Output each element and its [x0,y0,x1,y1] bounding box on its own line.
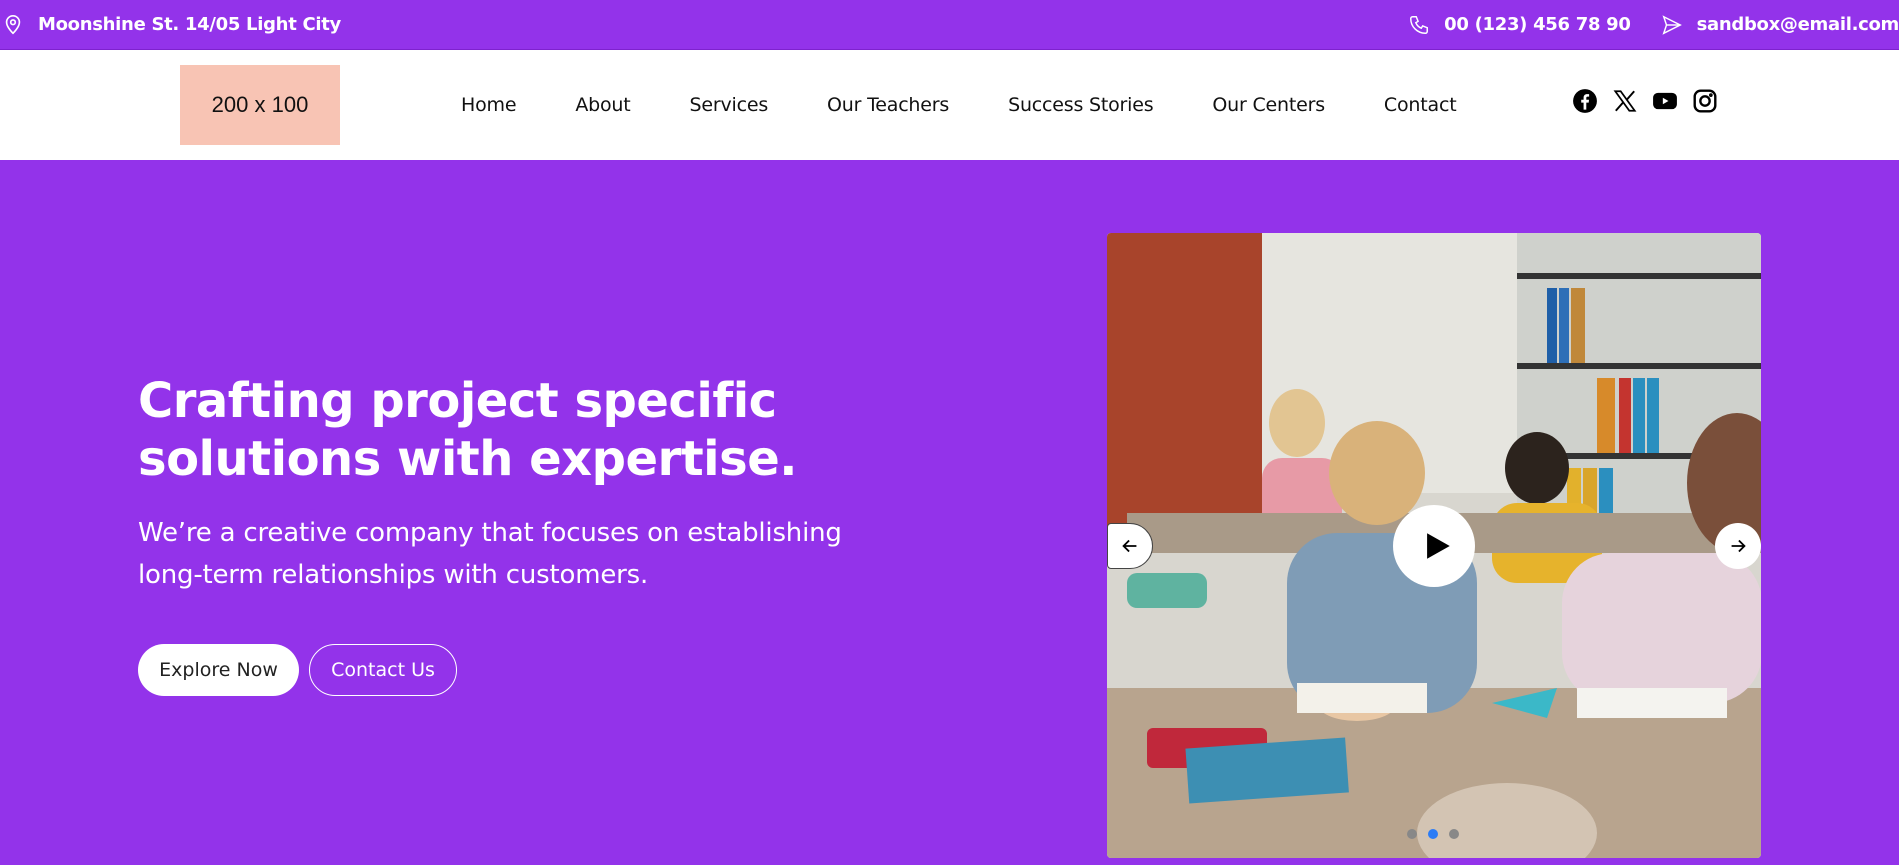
play-icon [1427,533,1450,559]
hero-slider [1107,233,1761,858]
email[interactable]: sandbox@email.com [1661,14,1899,36]
play-video-button[interactable] [1393,505,1475,587]
email-text[interactable]: sandbox@email.com [1697,14,1899,35]
phone-text[interactable]: 00 (123) 456 78 90 [1444,14,1631,35]
slider-dot[interactable] [1449,829,1459,839]
social-links [1572,88,1732,114]
location-pin-icon [5,14,21,34]
arrow-left-icon [1122,539,1137,553]
nav-contact[interactable]: Contact [1384,94,1457,116]
nav-success-stories[interactable]: Success Stories [1008,94,1154,116]
site-header: 200 x 100 Home About Services Our Teache… [0,50,1899,160]
contact-us-button[interactable]: Contact Us [309,644,457,696]
send-icon [1662,14,1682,35]
address: Moonshine St. 14/05 Light City [2,14,341,36]
logo-text: 200 x 100 [211,92,309,117]
nav-about[interactable]: About [575,94,630,116]
hero-subtitle: We’re a creative company that focuses on… [138,518,842,590]
nav-services[interactable]: Services [690,94,769,116]
nav-our-teachers[interactable]: Our Teachers [827,94,949,116]
phone-icon [1410,15,1429,34]
nav-home[interactable]: Home [461,94,517,116]
slider-prev-button[interactable] [1107,523,1153,569]
slider-next-button[interactable] [1715,523,1761,569]
slider-dot[interactable] [1428,829,1438,839]
slider-dot[interactable] [1407,829,1417,839]
logo-placeholder[interactable]: 200 x 100 [180,65,340,145]
facebook-icon[interactable] [1572,88,1598,114]
hero-title: Crafting project specific solutions with… [138,373,797,487]
slider-pagination [1407,829,1470,839]
youtube-icon[interactable] [1652,88,1678,114]
top-bar: Moonshine St. 14/05 Light City 00 (123) … [0,0,1899,50]
main-nav: Home About Services Our Teachers Success… [461,50,1457,160]
phone[interactable]: 00 (123) 456 78 90 [1408,14,1631,36]
arrow-right-icon [1731,539,1746,553]
address-text: Moonshine St. 14/05 Light City [38,14,341,35]
instagram-icon[interactable] [1692,88,1718,114]
explore-now-button[interactable]: Explore Now [138,644,299,696]
nav-our-centers[interactable]: Our Centers [1212,94,1325,116]
x-icon[interactable] [1612,88,1638,114]
